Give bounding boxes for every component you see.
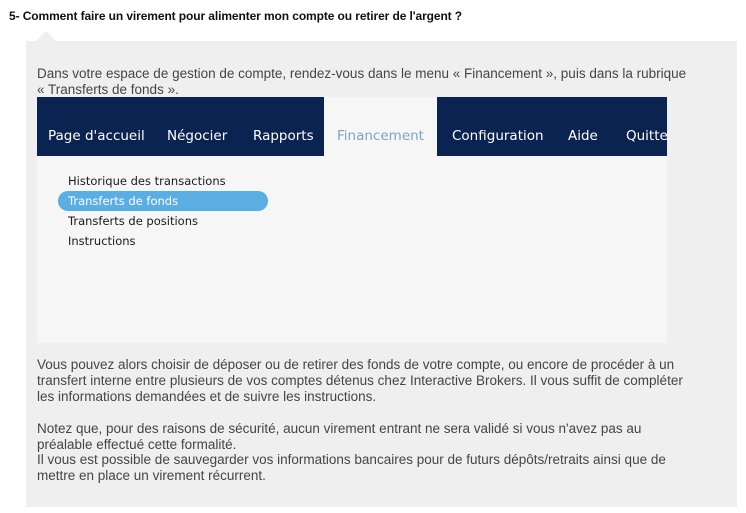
details-line-2: transfert interne entre plusieurs de vos… — [37, 373, 683, 388]
details-paragraph: Vous pouvez alors choisir de déposer ou … — [37, 357, 737, 405]
submenu-item-fund-transfers[interactable]: Transferts de fonds — [68, 194, 178, 208]
details-line-1: Vous pouvez alors choisir de déposer ou … — [37, 357, 675, 372]
nav-item-logout[interactable]: Quitter — [626, 97, 667, 156]
save-info-line-2: mettre en place un virement récurrent. — [37, 468, 266, 483]
nav-item-help[interactable]: Aide — [568, 97, 598, 156]
intro-line-2: « Transferts de fonds ». — [37, 82, 179, 97]
nav-item-home[interactable]: Page d'accueil — [48, 97, 145, 156]
security-paragraph: Notez que, pour des raisons de sécurité,… — [37, 421, 737, 453]
account-nav-bar: Page d'accueil Négocier Rapports Finance… — [37, 97, 667, 156]
save-info-paragraph: Il vous est possible de sauvegarder vos … — [37, 452, 737, 484]
embedded-screenshot: Page d'accueil Négocier Rapports Finance… — [37, 97, 667, 343]
security-line-1: Notez que, pour des raisons de sécurité,… — [37, 421, 642, 436]
nav-item-reports[interactable]: Rapports — [253, 97, 314, 156]
save-info-line-1: Il vous est possible de sauvegarder vos … — [37, 452, 666, 467]
faq-question: 5- Comment faire un virement pour alimen… — [9, 9, 463, 23]
nav-item-trade[interactable]: Négocier — [167, 97, 227, 156]
submenu-item-position-transfers[interactable]: Transferts de positions — [68, 214, 198, 228]
faq-page: 5- Comment faire un virement pour alimen… — [0, 0, 746, 513]
nav-item-configuration[interactable]: Configuration — [452, 97, 544, 156]
answer-box-pointer — [36, 31, 56, 41]
intro-paragraph: Dans votre espace de gestion de compte, … — [37, 66, 737, 98]
intro-line-1: Dans votre espace de gestion de compte, … — [37, 66, 687, 81]
nav-item-funding[interactable]: Financement — [324, 97, 437, 156]
security-line-2: préalable effectué cette formalité. — [37, 437, 237, 452]
submenu-item-transaction-history[interactable]: Historique des transactions — [68, 174, 226, 188]
submenu-item-instructions[interactable]: Instructions — [68, 234, 136, 248]
details-line-3: les informations demandées et de suivre … — [37, 389, 377, 404]
